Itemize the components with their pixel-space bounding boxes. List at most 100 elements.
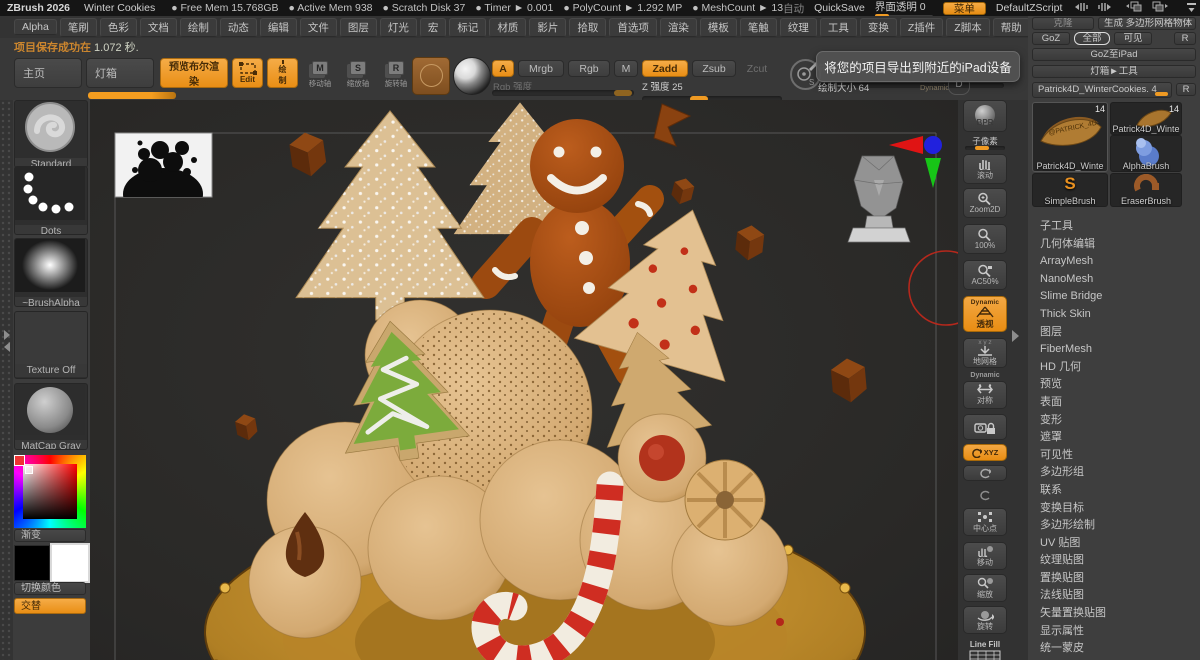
menu-edit[interactable]: 编辑 [260, 18, 297, 37]
goz-all-button[interactable]: 全部 [1074, 32, 1110, 45]
section-masking[interactable]: 遮罩 [1028, 429, 1200, 447]
section-preview[interactable]: 预览 [1028, 376, 1200, 394]
scale-3d-button[interactable]: 缩放 [963, 574, 1007, 602]
left-tray-divider[interactable] [0, 100, 13, 660]
section-morph-target[interactable]: 变换目标 [1028, 500, 1200, 518]
menu-stroke[interactable]: 笔触 [740, 18, 777, 37]
scale-axis-button[interactable]: S 缩放轴 [341, 61, 375, 89]
rotate-z-button[interactable] [963, 487, 1007, 503]
section-geometry[interactable]: 几何体编辑 [1028, 236, 1200, 254]
move-axis-button[interactable]: M 移动轴 [303, 61, 337, 89]
axis-y-arrow[interactable] [925, 158, 941, 188]
main-color-swatch[interactable] [14, 545, 50, 581]
rotate-3d-button[interactable]: 旋转 [963, 606, 1007, 634]
tool-save-r-button[interactable]: R [1176, 83, 1196, 96]
tool-thumbnail[interactable]: S SimpleBrush [1032, 173, 1108, 207]
rotate-y-button[interactable] [963, 465, 1007, 481]
section-display-properties[interactable]: 显示属性 [1028, 623, 1200, 641]
aa-half-button[interactable]: AC50% [963, 260, 1007, 290]
lock-camera-button[interactable] [963, 414, 1007, 440]
rotate-axis-button[interactable]: R 旋转轴 [379, 61, 413, 89]
menu-layer[interactable]: 图层 [340, 18, 377, 37]
interface-expand-icon[interactable] [1098, 2, 1114, 15]
section-polygroups[interactable]: 多边形组 [1028, 464, 1200, 482]
current-alpha-selector[interactable]: ~BrushAlpha [14, 238, 88, 307]
make-polymesh3d-button[interactable]: 生成 多边形网格物体 [1098, 17, 1196, 30]
section-deformation[interactable]: 变形 [1028, 412, 1200, 430]
menu-movie[interactable]: 影片 [529, 18, 566, 37]
current-stroke-selector[interactable]: Dots [14, 166, 88, 235]
menu-color[interactable]: 色彩 [100, 18, 137, 37]
menu-light[interactable]: 灯光 [380, 18, 417, 37]
tool-save-handle[interactable] [1155, 92, 1168, 96]
menu-texture[interactable]: 纹理 [780, 18, 817, 37]
actual-size-button[interactable]: 100% [963, 224, 1007, 254]
section-subtool[interactable]: 子工具 [1028, 218, 1200, 236]
panel-dock-left-icon[interactable] [1124, 1, 1142, 15]
menu-alpha[interactable]: Alpha [14, 19, 57, 35]
panel-divider-arrow[interactable] [1012, 330, 1019, 342]
spix-slider[interactable] [965, 146, 1005, 150]
current-material-selector[interactable]: MatCap Gray [14, 383, 88, 450]
axis-z-dot[interactable] [924, 136, 942, 154]
menu-transform[interactable]: 变换 [860, 18, 897, 37]
tray-collapse-arrows-icon[interactable] [2, 328, 12, 354]
menu-document[interactable]: 文档 [140, 18, 177, 37]
current-brush-thumbnail[interactable] [412, 57, 450, 95]
section-surface[interactable]: 表面 [1028, 394, 1200, 412]
section-uv-map[interactable]: UV 贴图 [1028, 535, 1200, 553]
menu-file[interactable]: 文件 [300, 18, 337, 37]
menu-stencil[interactable]: 模板 [700, 18, 737, 37]
section-normal-map[interactable]: 法线贴图 [1028, 587, 1200, 605]
section-texture-map[interactable]: 纹理贴图 [1028, 552, 1200, 570]
section-visibility[interactable]: 可见性 [1028, 447, 1200, 465]
tool-thumbnail[interactable]: EraserBrush [1110, 173, 1182, 207]
section-arraymesh[interactable]: ArrayMesh [1028, 253, 1200, 271]
minimize-icon[interactable] [1186, 3, 1197, 13]
move-3d-button[interactable]: 移动 [963, 542, 1007, 570]
menu-macro[interactable]: 宏 [420, 18, 447, 37]
section-unified-skin[interactable]: 统一蒙皮 [1028, 640, 1200, 658]
mrgb-mode-button[interactable]: Mrgb [518, 60, 564, 77]
goz-r-button[interactable]: R [1174, 32, 1196, 45]
zcut-mode-button[interactable]: Zcut [740, 60, 774, 77]
tool-thumbnail[interactable]: AlphaBrush [1110, 135, 1182, 172]
current-brush-selector[interactable]: Standard [14, 100, 88, 168]
menu-brush[interactable]: 笔刷 [60, 18, 97, 37]
material-a-toggle[interactable]: A [492, 60, 514, 77]
menu-tool[interactable]: 工具 [820, 18, 857, 37]
perspective-button[interactable]: Dynamic 透视 [963, 296, 1007, 332]
menu-help[interactable]: 帮助 [993, 18, 1030, 37]
tool-thumbnail[interactable]: 14 Patrick4D_Winte [1110, 102, 1182, 135]
current-texture-selector[interactable]: Texture Off [14, 311, 88, 379]
zoom2d-button[interactable]: Zoom2D [963, 188, 1007, 218]
rgb-mode-button[interactable]: Rgb [568, 60, 610, 77]
section-vector-displacement[interactable]: 矢量置换贴图 [1028, 605, 1200, 623]
interface-collapse-icon[interactable] [1072, 2, 1088, 15]
quicksave-button[interactable]: QuickSave [814, 2, 865, 14]
rotate-xyz-button[interactable]: XYZ [963, 444, 1007, 461]
draw-mode-button[interactable]: 绘 制 [267, 58, 298, 88]
menu-zplugin[interactable]: Z插件 [900, 18, 943, 37]
color-picker[interactable] [14, 455, 86, 528]
menu-dynamic[interactable]: 动态 [220, 18, 257, 37]
axis-x-arrow[interactable] [889, 136, 923, 154]
current-material-sphere[interactable] [453, 57, 491, 95]
goz-ipad-button[interactable]: GoZ至iPad [1032, 48, 1196, 61]
section-polypaint[interactable]: 多边形绘制 [1028, 517, 1200, 535]
bpr-render-button[interactable]: BPR [963, 100, 1007, 132]
spix-handle[interactable] [975, 146, 989, 150]
preview-boolean-render-button[interactable]: 预览布尔渲染 [160, 58, 228, 88]
lightbox-divider-handle[interactable] [88, 92, 176, 99]
clone-button[interactable]: 克隆 [1032, 17, 1094, 30]
home-button[interactable]: 主页 [14, 58, 82, 88]
camera-view-head[interactable] [848, 156, 910, 242]
section-hd-geometry[interactable]: HD 几何 [1028, 359, 1200, 377]
secondary-color-swatch[interactable] [50, 543, 90, 583]
ui-opacity-slider[interactable]: 界面透明 0 [875, 0, 933, 18]
section-contact[interactable]: 联系 [1028, 482, 1200, 500]
section-slime-bridge[interactable]: Slime Bridge [1028, 288, 1200, 306]
panel-dock-right-icon[interactable] [1152, 1, 1170, 15]
lightbox-tool-button[interactable]: 灯箱►工具 [1032, 65, 1196, 78]
menu-render[interactable]: 渲染 [660, 18, 697, 37]
